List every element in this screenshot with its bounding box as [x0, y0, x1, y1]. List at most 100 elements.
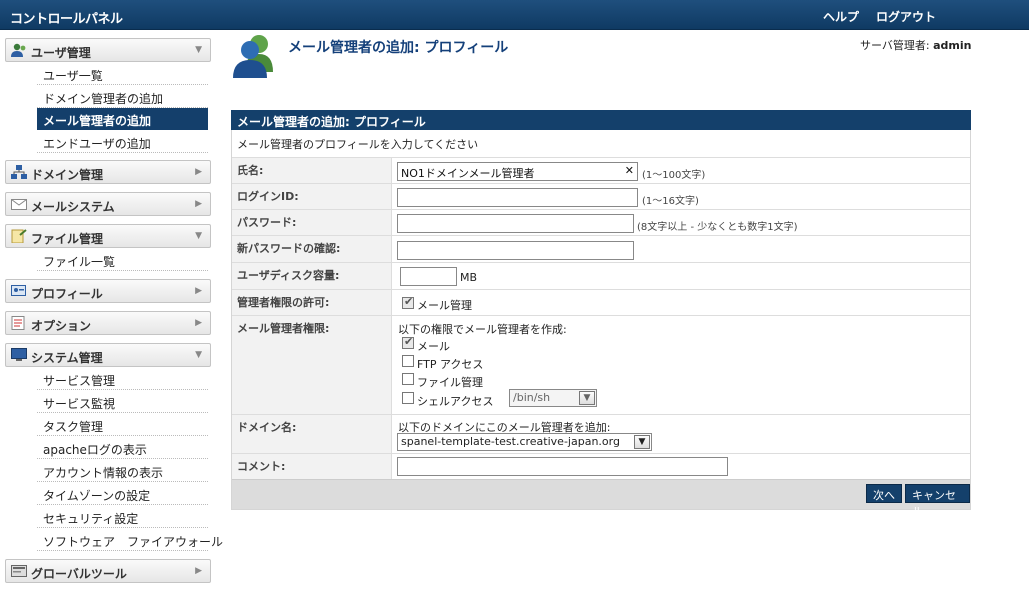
- domain-select[interactable]: spanel-template-test.creative-japan.org …: [397, 433, 652, 451]
- section-label: プロフィール: [31, 287, 103, 301]
- form-row-disk-quota: ユーザディスク容量: MB: [232, 262, 970, 289]
- sidebar-section-profile[interactable]: プロフィール ▶: [5, 279, 211, 303]
- form-row-mail-admin-permissions: メール管理者権限: 以下の権限でメール管理者を作成: メール FTP アクセス …: [232, 315, 970, 414]
- domain-select-value: spanel-template-test.creative-japan.org: [401, 435, 620, 448]
- sidebar-item-add-domain-admin[interactable]: ドメイン管理者の追加: [37, 86, 208, 108]
- chevron-down-icon: ▼: [195, 350, 202, 360]
- sidebar-section-global-tools[interactable]: グローバルツール ▶: [5, 559, 211, 583]
- chevron-down-icon: ▼: [195, 45, 202, 55]
- form-row-comment: コメント:: [232, 453, 970, 479]
- panel-title: メール管理者の追加: プロフィール: [231, 110, 971, 130]
- sidebar-item-user-list[interactable]: ユーザ一覧: [37, 63, 208, 85]
- sidebar-item-add-end-user[interactable]: エンドユーザの追加: [37, 131, 208, 153]
- cancel-button[interactable]: キャンセル: [905, 484, 970, 518]
- section-label: ドメイン管理: [31, 168, 104, 182]
- mail-icon: [11, 199, 27, 210]
- file-icon: [11, 229, 27, 243]
- section-label: オプション: [31, 319, 92, 333]
- admin-label: サーバ管理者: admin: [860, 37, 971, 53]
- next-button[interactable]: 次へ: [866, 484, 902, 503]
- chevron-down-icon: ▼: [579, 391, 595, 405]
- app-title: コントロールパネル: [10, 12, 123, 27]
- sidebar-section-user-management[interactable]: ユーザ管理 ▼: [5, 38, 211, 62]
- panel-description: メール管理者のプロフィールを入力してください: [237, 138, 479, 151]
- sidebar-section-file-management[interactable]: ファイル管理 ▼: [5, 224, 211, 248]
- ftp-access-checkbox[interactable]: [402, 355, 414, 367]
- field-label: 新パスワードの確認:: [232, 236, 392, 262]
- quota-unit: MB: [460, 271, 478, 284]
- field-label: 管理者権限の許可:: [232, 290, 392, 315]
- sidebar-item-service-monitoring[interactable]: サービス監視: [37, 391, 208, 413]
- shell-access-checkbox[interactable]: [402, 392, 414, 404]
- chevron-down-icon: ▼: [195, 231, 202, 241]
- password-input[interactable]: [397, 214, 634, 233]
- form-row-domain: ドメイン名: 以下のドメインにこのメール管理者を追加: spanel-templ…: [232, 414, 970, 453]
- section-label: グローバルツール: [31, 567, 127, 581]
- help-link[interactable]: ヘルプ: [823, 8, 859, 25]
- options-icon: [11, 316, 25, 330]
- comment-input[interactable]: [397, 457, 728, 476]
- form-row-login: ログインID: (1〜16文字): [232, 183, 970, 209]
- chevron-right-icon: ▶: [195, 566, 202, 576]
- mail-management-checkbox[interactable]: [402, 295, 414, 309]
- section-label: システム管理: [31, 351, 103, 365]
- tools-icon: [11, 565, 27, 577]
- sidebar-item-firewall[interactable]: ソフトウェア ファイアウォール: [37, 529, 223, 551]
- page-title: メール管理者の追加: プロフィール: [288, 40, 509, 56]
- field-label: メール管理者権限:: [232, 316, 392, 414]
- sidebar-item-file-list[interactable]: ファイル一覧: [37, 249, 208, 271]
- field-label: ログインID:: [232, 184, 392, 209]
- chevron-right-icon: ▶: [195, 318, 202, 328]
- clear-icon[interactable]: ✕: [625, 164, 634, 177]
- form-row-admin-permission: 管理者権限の許可: メール管理: [232, 289, 970, 315]
- sidebar-section-system-management[interactable]: システム管理 ▼: [5, 343, 211, 367]
- sidebar-item-service-management[interactable]: サービス管理: [37, 368, 208, 390]
- domain-icon: [11, 165, 27, 179]
- field-label: コメント:: [232, 454, 392, 479]
- field-label: ドメイン名:: [232, 415, 392, 453]
- ftp-access-label: FTP アクセス: [417, 358, 484, 371]
- sidebar-item-account-info[interactable]: アカウント情報の表示: [37, 460, 208, 482]
- system-icon: [11, 348, 27, 361]
- user-icon: [11, 43, 26, 57]
- disk-quota-input[interactable]: [400, 267, 457, 286]
- name-hint: (1〜100文字): [642, 170, 706, 181]
- sidebar-item-add-mail-admin[interactable]: メール管理者の追加: [37, 108, 208, 130]
- chevron-right-icon: ▶: [195, 286, 202, 296]
- file-management-checkbox[interactable]: [402, 373, 414, 385]
- form-row-password: パスワード: (8文字以上 - 少なくとも数字1文字): [232, 209, 970, 235]
- section-label: ファイル管理: [31, 232, 104, 246]
- sidebar-section-options[interactable]: オプション ▶: [5, 311, 211, 335]
- form-row-name: 氏名: NO1ドメインメール管理者 ✕ (1〜100文字): [232, 157, 970, 183]
- field-label: パスワード:: [232, 210, 392, 235]
- admin-name: admin: [933, 39, 972, 52]
- sidebar: ユーザ管理 ▼ ユーザ一覧 ドメイン管理者の追加 メール管理者の追加 エンドユー…: [0, 30, 223, 598]
- sidebar-item-apache-log[interactable]: apacheログの表示: [37, 437, 208, 459]
- shell-select-value: /bin/sh: [513, 391, 551, 404]
- shell-select[interactable]: /bin/sh ▼: [509, 389, 597, 407]
- login-id-input[interactable]: [397, 188, 638, 207]
- sidebar-item-timezone[interactable]: タイムゾーンの設定: [37, 483, 208, 505]
- form-footer: 次へ キャンセル: [232, 479, 970, 518]
- sidebar-item-task-management[interactable]: タスク管理: [37, 414, 208, 436]
- logout-link[interactable]: ログアウト: [876, 8, 936, 25]
- login-hint: (1〜16文字): [642, 196, 699, 207]
- sidebar-section-mail-system[interactable]: メールシステム ▶: [5, 192, 211, 216]
- mail-admin-icon: [233, 35, 273, 78]
- field-label: 氏名:: [232, 158, 392, 183]
- chevron-down-icon: ▼: [634, 435, 650, 449]
- mail-permission-label: メール: [417, 340, 450, 353]
- confirm-password-input[interactable]: [397, 241, 634, 260]
- mail-management-label: メール管理: [417, 299, 472, 312]
- mail-permission-checkbox[interactable]: [402, 335, 414, 349]
- shell-access-label: シェルアクセス: [417, 395, 494, 408]
- sidebar-item-security[interactable]: セキュリティ設定: [37, 506, 208, 528]
- field-label: ユーザディスク容量:: [232, 263, 392, 289]
- profile-form-panel: メール管理者の追加: プロフィール メール管理者のプロフィールを入力してください…: [231, 110, 971, 518]
- name-input[interactable]: NO1ドメインメール管理者 ✕: [397, 162, 638, 181]
- file-management-label: ファイル管理: [417, 376, 483, 389]
- permissions-intro: 以下の権限でメール管理者を作成:: [398, 323, 567, 336]
- sidebar-section-domain-management[interactable]: ドメイン管理 ▶: [5, 160, 211, 184]
- section-label: メールシステム: [31, 200, 115, 214]
- chevron-right-icon: ▶: [195, 199, 202, 209]
